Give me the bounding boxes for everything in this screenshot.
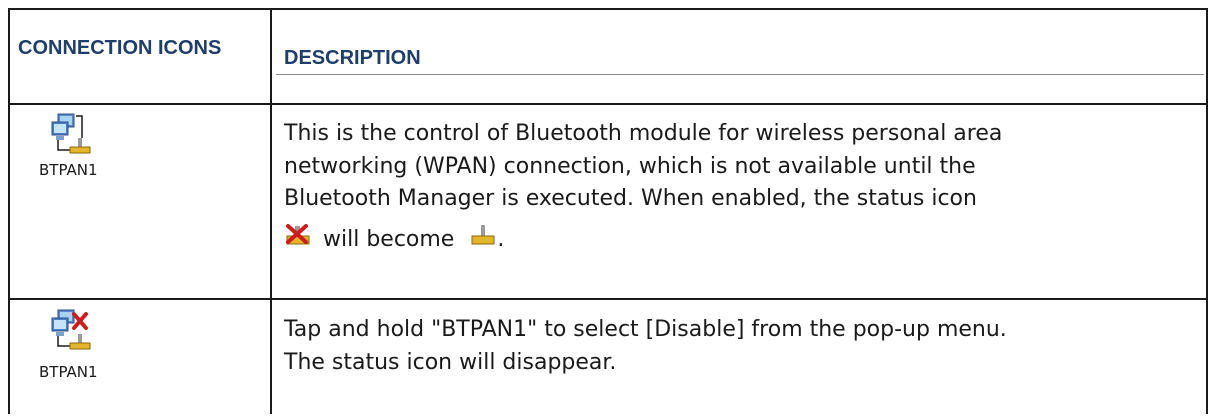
- icon-label: BTPAN1: [39, 161, 98, 179]
- description-text: will become: [323, 226, 455, 252]
- description-line: The status icon will disappear.: [284, 349, 617, 375]
- connection-icons-table: CONNECTION ICONS DESCRIPTION BTPAN1 This…: [8, 8, 1208, 414]
- header-underline: [276, 74, 1204, 75]
- table-row-divider: [8, 103, 1208, 105]
- table-column-divider: [270, 8, 272, 414]
- description-line: This is the control of Bluetooth module …: [284, 121, 1003, 146]
- table-border-left: [8, 8, 10, 414]
- column-header-connection-icons: CONNECTION ICONS: [18, 37, 222, 59]
- description-line-with-icons: will become .: [284, 222, 1204, 257]
- table-row-divider: [8, 298, 1208, 300]
- table-border-top: [8, 8, 1208, 10]
- description-end: .: [497, 226, 505, 252]
- description-line: Bluetooth Manager is executed. When enab…: [284, 186, 977, 211]
- column-header-description: DESCRIPTION: [284, 47, 421, 69]
- status-connected-icon: [469, 222, 497, 248]
- description-line: networking (WPAN) connection, which is n…: [284, 153, 976, 179]
- row-description: Tap and hold "BTPAN1" to select [Disable…: [284, 314, 1204, 379]
- row-description: This is the control of Bluetooth module …: [284, 118, 1204, 256]
- status-disabled-icon: [284, 222, 312, 248]
- description-line: Tap and hold "BTPAN1" to select [Disable…: [284, 317, 1007, 342]
- table-border-right: [1206, 8, 1208, 414]
- icon-label: BTPAN1: [39, 363, 98, 381]
- bluetooth-network-disabled-icon: [46, 306, 106, 366]
